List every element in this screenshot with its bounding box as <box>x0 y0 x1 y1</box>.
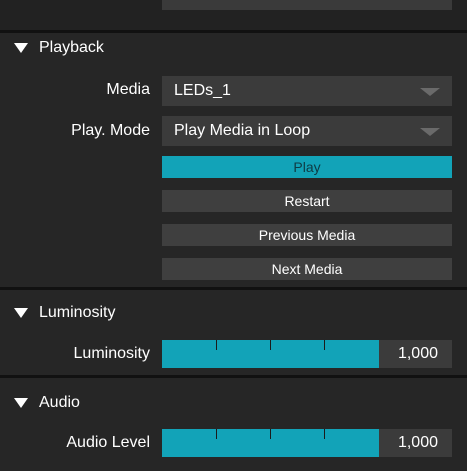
media-label: Media <box>106 81 150 98</box>
triangle-down-icon <box>14 398 28 408</box>
audio-level-slider[interactable] <box>162 429 379 457</box>
previous-control-edge <box>162 0 452 10</box>
luminosity-section-title: Luminosity <box>39 304 116 321</box>
play-mode-dropdown-value: Play Media in Loop <box>174 122 311 139</box>
playback-section: Playback Media LEDs_1 Play. Mode Play Me… <box>0 33 467 287</box>
luminosity-section: Luminosity Luminosity 1,000 <box>0 290 467 375</box>
audio-level-value: 1,000 <box>397 434 438 451</box>
audio-section-title: Audio <box>39 394 80 411</box>
properties-panel: Playback Media LEDs_1 Play. Mode Play Me… <box>0 0 467 471</box>
slider-tick <box>216 340 217 350</box>
restart-button[interactable]: Restart <box>162 190 452 212</box>
play-mode-label: Play. Mode <box>71 122 150 139</box>
play-button[interactable]: Play <box>162 156 452 178</box>
chevron-down-icon <box>420 128 440 136</box>
audio-section: Audio Audio Level 1,000 <box>0 378 467 471</box>
luminosity-value-field[interactable]: 1,000 <box>379 340 452 368</box>
media-dropdown[interactable]: LEDs_1 <box>162 76 452 106</box>
media-dropdown-value: LEDs_1 <box>174 82 231 99</box>
luminosity-section-header[interactable]: Luminosity <box>0 300 115 326</box>
play-mode-dropdown[interactable]: Play Media in Loop <box>162 116 452 146</box>
audio-section-header[interactable]: Audio <box>0 390 80 416</box>
triangle-down-icon <box>14 308 28 318</box>
triangle-down-icon <box>14 43 28 53</box>
slider-tick <box>270 429 271 439</box>
previous-section-strip <box>0 0 467 30</box>
chevron-down-icon <box>420 88 440 96</box>
slider-tick <box>324 340 325 350</box>
audio-level-label: Audio Level <box>66 434 150 451</box>
audio-level-value-field[interactable]: 1,000 <box>379 429 452 457</box>
slider-tick <box>216 429 217 439</box>
playback-section-header[interactable]: Playback <box>0 35 104 61</box>
luminosity-label: Luminosity <box>73 345 150 362</box>
playback-section-title: Playback <box>39 39 104 56</box>
slider-tick <box>270 340 271 350</box>
previous-media-button[interactable]: Previous Media <box>162 224 452 246</box>
luminosity-value: 1,000 <box>397 345 438 362</box>
next-media-button[interactable]: Next Media <box>162 258 452 280</box>
luminosity-slider[interactable] <box>162 340 379 368</box>
slider-tick <box>324 429 325 439</box>
